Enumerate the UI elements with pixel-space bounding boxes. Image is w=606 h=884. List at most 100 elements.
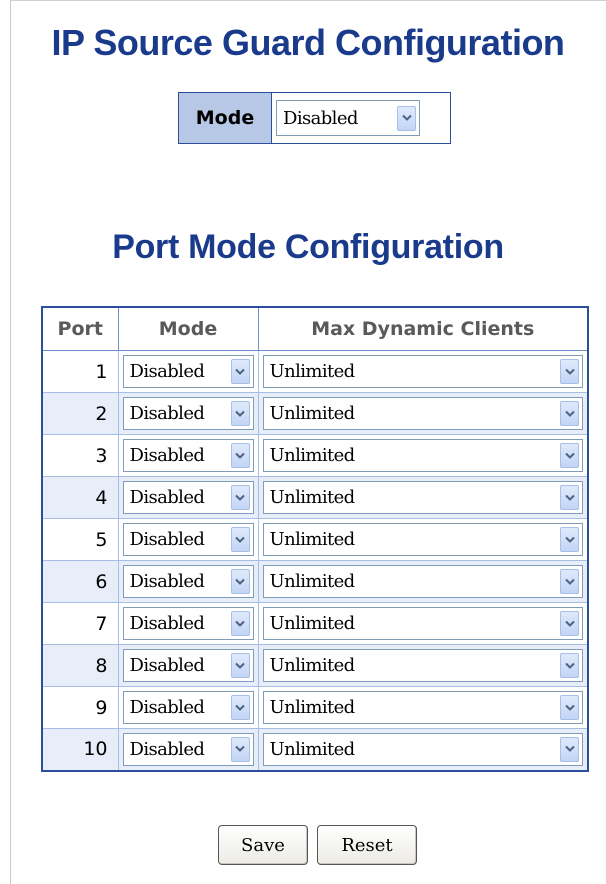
port-mode-value: Disabled <box>129 361 205 382</box>
port-number: 7 <box>41 602 119 645</box>
global-mode-control-cell: Disabled <box>272 93 450 143</box>
max-dynamic-clients-value: Unlimited <box>269 361 356 382</box>
port-mode-value: Disabled <box>129 403 205 424</box>
mode-cell: Disabled <box>117 602 259 645</box>
mode-cell: Disabled <box>117 434 259 477</box>
port-number: 3 <box>41 434 119 477</box>
chevron-down-icon[interactable] <box>230 653 250 678</box>
max-dynamic-clients-select[interactable]: Unlimited <box>262 732 583 766</box>
chevron-down-icon[interactable] <box>230 527 250 552</box>
global-mode-select[interactable]: Disabled <box>276 100 420 136</box>
table-row: 6 Disabled Unlimited <box>41 560 589 603</box>
chevron-down-icon[interactable] <box>560 485 579 510</box>
chevron-down-icon[interactable] <box>230 401 250 426</box>
max-dynamic-clients-select[interactable]: Unlimited <box>262 607 583 640</box>
table-row: 3 Disabled Unlimited <box>41 434 589 477</box>
max-dynamic-clients-select[interactable]: Unlimited <box>262 523 583 556</box>
port-mode-select[interactable]: Disabled <box>122 732 254 766</box>
global-mode-box: Mode Disabled <box>178 92 451 144</box>
max-clients-cell: Unlimited <box>257 560 589 603</box>
max-clients-cell: Unlimited <box>257 728 589 771</box>
max-dynamic-clients-value: Unlimited <box>269 655 356 676</box>
port-number: 10 <box>41 728 119 771</box>
max-clients-cell: Unlimited <box>257 392 589 435</box>
port-mode-select[interactable]: Disabled <box>122 607 254 640</box>
max-clients-cell: Unlimited <box>257 518 589 561</box>
port-mode-select[interactable]: Disabled <box>122 439 254 472</box>
max-dynamic-clients-select[interactable]: Unlimited <box>262 397 583 430</box>
port-mode-select[interactable]: Disabled <box>122 691 254 724</box>
table-row: 10 Disabled Unlimited <box>41 728 589 771</box>
max-dynamic-clients-select[interactable]: Unlimited <box>262 355 583 388</box>
chevron-down-icon[interactable] <box>230 359 250 384</box>
table-row: 7 Disabled Unlimited <box>41 602 589 645</box>
global-mode-value: Disabled <box>283 107 358 129</box>
max-dynamic-clients-select[interactable]: Unlimited <box>262 481 583 514</box>
port-mode-value: Disabled <box>129 529 205 550</box>
port-mode-value: Disabled <box>129 613 205 634</box>
action-buttons: Save Reset <box>218 825 417 865</box>
port-mode-value: Disabled <box>129 445 205 466</box>
chevron-down-icon[interactable] <box>560 569 579 594</box>
max-clients-cell: Unlimited <box>257 644 589 687</box>
chevron-down-icon[interactable] <box>230 485 250 510</box>
chevron-down-icon[interactable] <box>560 359 579 384</box>
port-number: 8 <box>41 644 119 687</box>
chevron-down-icon[interactable] <box>397 105 416 131</box>
chevron-down-icon[interactable] <box>230 736 250 762</box>
mode-cell: Disabled <box>117 644 259 687</box>
port-number: 9 <box>41 686 119 729</box>
max-dynamic-clients-select[interactable]: Unlimited <box>262 565 583 598</box>
mode-cell: Disabled <box>117 350 259 393</box>
max-dynamic-clients-value: Unlimited <box>269 613 356 634</box>
port-mode-table: Port Mode Max Dynamic Clients 1 Disabled U… <box>41 306 589 772</box>
max-dynamic-clients-select[interactable]: Unlimited <box>262 439 583 472</box>
table-row: 8 Disabled Unlimited <box>41 644 589 687</box>
save-button[interactable]: Save <box>218 825 308 865</box>
port-mode-select[interactable]: Disabled <box>122 523 254 556</box>
port-mode-select[interactable]: Disabled <box>122 649 254 682</box>
port-number: 6 <box>41 560 119 603</box>
table-row: 9 Disabled Unlimited <box>41 686 589 729</box>
mode-cell: Disabled <box>117 476 259 519</box>
chevron-down-icon[interactable] <box>230 695 250 720</box>
port-mode-select[interactable]: Disabled <box>122 355 254 388</box>
header-port: Port <box>41 306 119 351</box>
table-header-row: Port Mode Max Dynamic Clients <box>41 306 589 351</box>
port-mode-select[interactable]: Disabled <box>122 397 254 430</box>
table-row: 2 Disabled Unlimited <box>41 392 589 435</box>
max-dynamic-clients-value: Unlimited <box>269 403 356 424</box>
chevron-down-icon[interactable] <box>560 653 579 678</box>
max-clients-cell: Unlimited <box>257 602 589 645</box>
chevron-down-icon[interactable] <box>560 401 579 426</box>
mode-cell: Disabled <box>117 686 259 729</box>
frame-border-left <box>10 0 11 884</box>
chevron-down-icon[interactable] <box>560 527 579 552</box>
chevron-down-icon[interactable] <box>560 736 579 762</box>
chevron-down-icon[interactable] <box>560 611 579 636</box>
chevron-down-icon[interactable] <box>230 569 250 594</box>
mode-cell: Disabled <box>117 728 259 771</box>
port-number: 5 <box>41 518 119 561</box>
table-row: 4 Disabled Unlimited <box>41 476 589 519</box>
max-dynamic-clients-value: Unlimited <box>269 487 356 508</box>
max-dynamic-clients-value: Unlimited <box>269 697 356 718</box>
max-dynamic-clients-value: Unlimited <box>269 529 356 550</box>
max-dynamic-clients-select[interactable]: Unlimited <box>262 691 583 724</box>
frame-border-top <box>10 0 606 1</box>
port-number: 2 <box>41 392 119 435</box>
port-mode-select[interactable]: Disabled <box>122 565 254 598</box>
chevron-down-icon[interactable] <box>560 695 579 720</box>
max-dynamic-clients-value: Unlimited <box>269 738 356 760</box>
reset-button[interactable]: Reset <box>317 825 417 865</box>
max-clients-cell: Unlimited <box>257 476 589 519</box>
mode-cell: Disabled <box>117 518 259 561</box>
table-row: 5 Disabled Unlimited <box>41 518 589 561</box>
port-mode-value: Disabled <box>129 697 205 718</box>
chevron-down-icon[interactable] <box>230 611 250 636</box>
port-mode-select[interactable]: Disabled <box>122 481 254 514</box>
max-dynamic-clients-select[interactable]: Unlimited <box>262 649 583 682</box>
mode-cell: Disabled <box>117 560 259 603</box>
chevron-down-icon[interactable] <box>560 443 579 468</box>
chevron-down-icon[interactable] <box>230 443 250 468</box>
